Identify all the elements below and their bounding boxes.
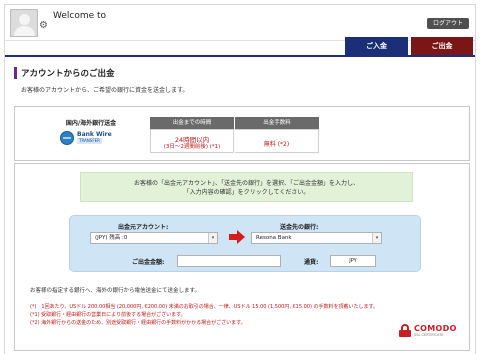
chevron-down-icon[interactable]: ▾ [208, 233, 217, 243]
globe-icon [60, 131, 74, 145]
logout-button[interactable]: ログアウト [427, 18, 469, 29]
destination-bank-select[interactable]: Resona Bank ▾ [251, 232, 382, 244]
column-header-time: 出金までの時間 [150, 117, 234, 129]
withdrawal-form-box: お客様の「出金元アカウント」、「送金先の銀行」を選択、「ご出金金額」を入力し、 … [14, 163, 470, 351]
title-accent-bar [14, 67, 17, 79]
tab-underline [5, 55, 475, 57]
currency-value: JPY [330, 255, 376, 267]
bank-wire-logo: Bank Wire TRANSFER [60, 131, 130, 145]
source-account-value: (JPY) 残高 :0 [95, 235, 128, 241]
column-header-fee: 出金手数料 [235, 117, 319, 129]
lock-icon [399, 324, 411, 337]
cell-time: 24時間以内 (3日～2週間前後) (*1) [150, 129, 234, 153]
source-account-label: 出金元アカウント: [118, 224, 169, 231]
destination-bank-label: 送金先の銀行: [280, 224, 319, 231]
amount-input[interactable] [177, 255, 281, 267]
destination-bank-value: Resona Bank [256, 235, 292, 241]
comodo-ssl-badge[interactable]: COMODO SSL CERTIFICATE [399, 322, 463, 340]
currency-label: 通貨: [304, 259, 319, 266]
bank-wire-logo-sub: TRANSFER [77, 138, 102, 144]
gear-icon[interactable]: ⚙ [39, 21, 48, 31]
page-frame: ⚙ Welcome to ログアウト ご入金 ご出金 アカウントからのご出金 お… [4, 4, 476, 354]
comodo-sub: SSL CERTIFICATE [414, 333, 444, 337]
bank-wire-logo-text: Bank Wire [77, 131, 112, 138]
withdrawal-method-box: 国内/海外銀行送金 Bank Wire TRANSFER 出金までの時間 出金手… [14, 106, 470, 161]
page-title: アカウントからのご出金 [21, 69, 115, 79]
comodo-name: COMODO [414, 324, 457, 333]
instruction-line-2: 「入力内容の確認」をクリックしてください。 [183, 189, 310, 196]
source-account-select[interactable]: (JPY) 残高 :0 ▾ [90, 232, 218, 244]
arrow-right-icon [229, 230, 245, 244]
chevron-down-icon[interactable]: ▾ [372, 233, 381, 243]
instruction-box: お客様の「出金元アカウント」、「送金先の銀行」を選択、「ご出金金額」を入力し、 … [80, 172, 413, 202]
form-panel: 出金元アカウント: (JPY) 残高 :0 ▾ 送金先の銀行: Resona B… [69, 215, 421, 272]
fee-value: 無料 (*2) [263, 141, 290, 148]
method-region-label: 国内/海外銀行送金 [65, 120, 117, 127]
footnote-1: (*) 1回あたり、USドル 200.00相当 (20,000円, €200.0… [30, 304, 379, 310]
amount-label: ご出金金額: [132, 259, 165, 266]
footnote-3: (*2) 海外銀行からの送金のため、別途受取銀行・経由銀行の手数料がかかる場合が… [30, 320, 246, 326]
tab-withdraw[interactable]: ご出金 [411, 37, 473, 55]
time-sub: (3日～2週間前後) (*1) [163, 144, 221, 150]
footnotes: (*) 1回あたり、USドル 200.00相当 (20,000円, €200.0… [30, 303, 385, 327]
page-subtitle: お客様のアカウントから、ご希望の銀行に資金を送金します。 [21, 87, 189, 94]
transfer-note: お客様の指定する銀行へ、海外の銀行から電信送金にて送金します。 [30, 288, 200, 294]
cell-fee: 無料 (*2) [235, 129, 319, 153]
user-avatar-icon[interactable] [10, 9, 38, 37]
footnote-2: (*1) 受取銀行・経由銀行の営業日により前後する場合がございます。 [30, 312, 186, 318]
instruction-line-1: お客様の「出金元アカウント」、「送金先の銀行」を選択、「ご出金金額」を入力し、 [133, 180, 359, 187]
welcome-text: Welcome to [53, 11, 107, 21]
tab-deposit[interactable]: ご入金 [345, 37, 408, 55]
